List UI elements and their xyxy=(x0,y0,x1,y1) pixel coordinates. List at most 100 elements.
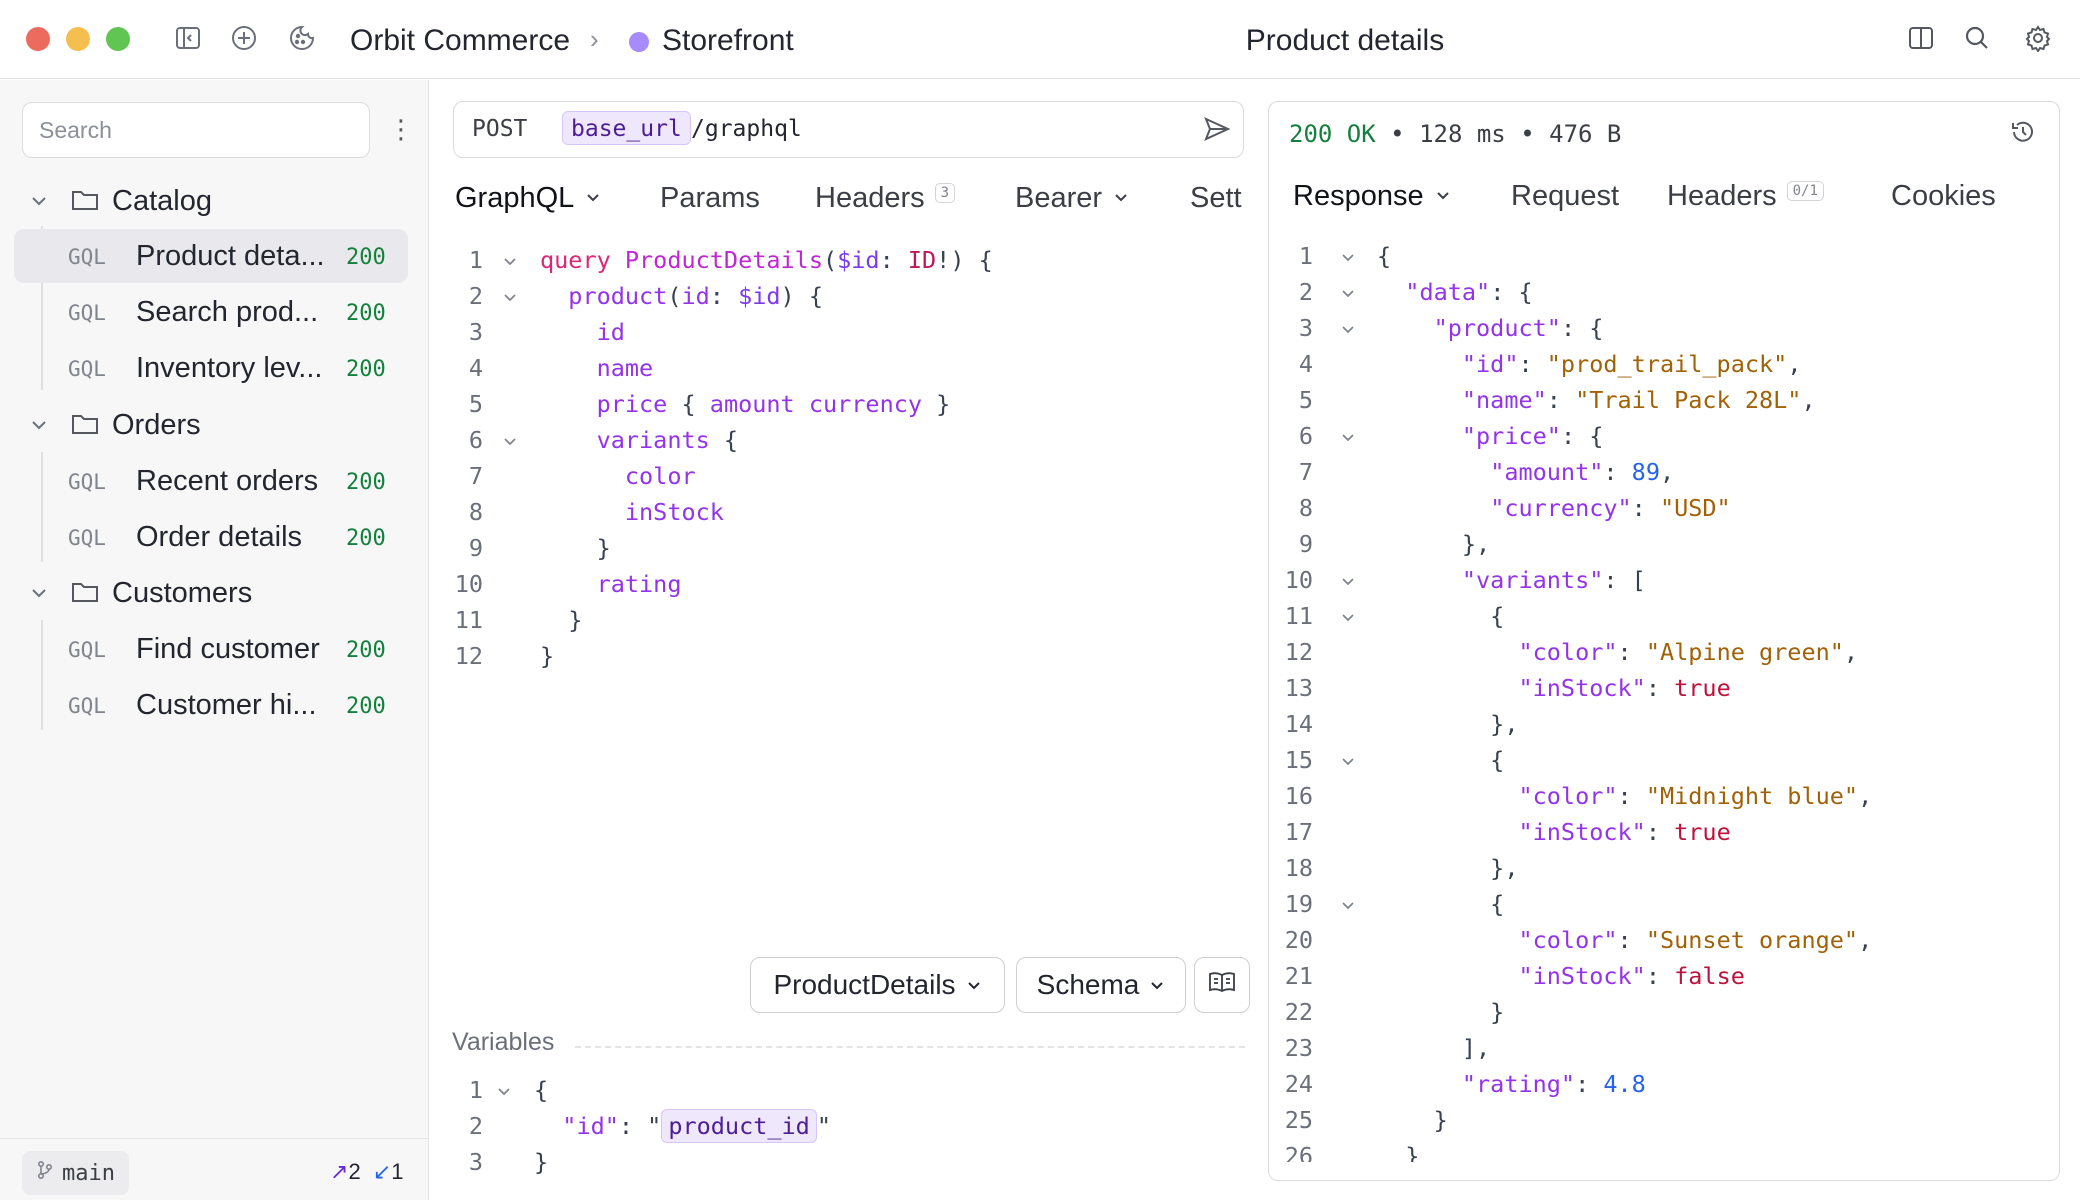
chevron-down-icon xyxy=(1434,180,1452,213)
fold-chevron-icon[interactable] xyxy=(1339,604,1357,640)
history-icon[interactable] xyxy=(2009,118,2037,151)
tab-label: Cookies xyxy=(1891,180,1996,212)
tab-headers[interactable]: Headers 3 xyxy=(815,182,956,215)
fold-chevron-icon[interactable] xyxy=(1339,424,1357,460)
tab-request[interactable]: Request xyxy=(1511,180,1619,213)
url-bar[interactable]: POST base_url /graphql xyxy=(453,101,1244,158)
window-minimize-button[interactable] xyxy=(66,27,90,51)
branch-name: main xyxy=(62,1160,115,1186)
status-badge: 200 xyxy=(346,638,386,663)
fold-chevron-icon[interactable] xyxy=(1339,316,1357,352)
schema-select[interactable]: Schema xyxy=(1016,957,1186,1013)
code-line: } xyxy=(540,642,555,670)
request-item[interactable]: GQL Recent orders 200 xyxy=(14,454,408,508)
http-method[interactable]: POST xyxy=(472,116,527,142)
fold-chevron-icon[interactable] xyxy=(1339,748,1357,784)
request-item[interactable]: GQL Inventory lev... 200 xyxy=(14,341,408,395)
line-number: 7 xyxy=(468,462,483,490)
fold-chevron-icon[interactable] xyxy=(1339,892,1357,928)
query-editor[interactable]: 1 query ProductDetails($id: ID!) {2 produ… xyxy=(455,246,1245,686)
tab-graphql[interactable]: GraphQL xyxy=(455,182,602,215)
code-line: "inStock": true xyxy=(1518,818,1731,846)
code-line: id xyxy=(596,318,625,346)
fold-chevron-icon[interactable] xyxy=(501,248,519,284)
add-circle-icon[interactable] xyxy=(228,22,260,54)
request-item[interactable]: GQL Customer hi... 200 xyxy=(14,678,408,732)
gear-icon[interactable] xyxy=(2022,22,2054,54)
line-number: 11 xyxy=(1284,602,1313,630)
code-line: "name": "Trail Pack 28L", xyxy=(1461,386,1816,414)
line-number: 19 xyxy=(1284,890,1313,918)
fold-chevron-icon[interactable] xyxy=(495,1078,513,1114)
code-line: }, xyxy=(1377,710,1519,738)
sidebar-toggle-icon[interactable] xyxy=(172,22,204,54)
ahead-count: 2 xyxy=(348,1159,361,1184)
line-number: 3 xyxy=(468,318,483,346)
line-number: 1 xyxy=(1298,242,1313,270)
behind-count: 1 xyxy=(391,1159,404,1184)
status-badge: 200 xyxy=(346,357,386,382)
response-body[interactable]: 1 {2 "data": {3 "product": {4 "id": "prod… xyxy=(1269,242,2059,1162)
response-time: 128 ms xyxy=(1419,120,1506,148)
tab-response[interactable]: Response xyxy=(1293,180,1452,213)
folder-label: Orders xyxy=(112,409,201,441)
code-line: color xyxy=(624,462,696,490)
operation-select-label: ProductDetails xyxy=(773,969,956,1000)
cookie-icon[interactable] xyxy=(286,22,318,54)
code-line: "price": { xyxy=(1461,422,1604,450)
send-icon[interactable] xyxy=(1202,114,1232,149)
line-number: 10 xyxy=(1284,566,1313,594)
status-badge: 200 xyxy=(346,526,386,551)
search-input[interactable]: Search xyxy=(22,102,370,158)
request-item[interactable]: GQL Search prod... 200 xyxy=(14,285,408,339)
folder-label: Catalog xyxy=(112,185,212,217)
folder-label: Customers xyxy=(112,577,253,609)
tab-params[interactable]: Params xyxy=(660,182,760,215)
more-options-icon[interactable]: ⋮ xyxy=(388,112,414,148)
request-item[interactable]: GQL Find customer 200 xyxy=(14,622,408,676)
line-number: 1 xyxy=(468,246,483,274)
branch-button[interactable]: main xyxy=(22,1151,129,1195)
workspace-breadcrumb[interactable]: Orbit Commerce xyxy=(350,24,570,58)
line-number: 3 xyxy=(468,1148,483,1176)
fold-chevron-icon[interactable] xyxy=(501,428,519,464)
code-line: name xyxy=(596,354,654,382)
url-variable-chip[interactable]: base_url xyxy=(562,111,691,145)
docs-button[interactable] xyxy=(1194,957,1250,1013)
request-name: Customer hi... xyxy=(136,689,317,721)
search-icon[interactable] xyxy=(1961,22,1993,54)
tab-settings[interactable]: Sett xyxy=(1190,182,1242,215)
fold-chevron-icon[interactable] xyxy=(1339,280,1357,316)
tab-response-headers[interactable]: Headers 0/1 xyxy=(1667,180,1824,213)
operation-select[interactable]: ProductDetails xyxy=(750,957,1005,1013)
code-line: } xyxy=(540,534,611,562)
line-number: 2 xyxy=(468,1112,483,1140)
sync-status[interactable]: ↗2 ↙1 xyxy=(330,1159,404,1185)
folder-customers[interactable]: Customers xyxy=(0,568,429,618)
split-view-icon[interactable] xyxy=(1905,22,1937,54)
response-panel: 200 OK • 128 ms • 476 B Response Request… xyxy=(1268,101,2060,1181)
variables-editor[interactable]: 1 {2 "id": " product_id " 3} xyxy=(455,1076,1245,1188)
fold-chevron-icon[interactable] xyxy=(1339,568,1357,604)
window-zoom-button[interactable] xyxy=(106,27,130,51)
tab-cookies[interactable]: Cookies xyxy=(1891,180,1996,213)
code-line: "id": " product_id " xyxy=(534,1109,831,1148)
environment-breadcrumb[interactable]: Storefront xyxy=(662,24,794,58)
line-number: 2 xyxy=(468,282,483,310)
fold-chevron-icon[interactable] xyxy=(501,284,519,320)
collections-sidebar: Search ⋮ Catalog GQL Product deta... 200… xyxy=(0,80,429,1200)
tab-label: Params xyxy=(660,182,760,214)
request-item[interactable]: GQL Order details 200 xyxy=(14,510,408,564)
code-line: price { amount currency } xyxy=(596,390,951,418)
tab-label: Request xyxy=(1511,180,1620,212)
request-item[interactable]: GQL Product deta... 200 xyxy=(14,229,408,283)
fold-chevron-icon[interactable] xyxy=(1339,244,1357,280)
folder-orders[interactable]: Orders xyxy=(0,400,429,450)
line-number: 18 xyxy=(1284,854,1313,882)
window-close-button[interactable] xyxy=(26,27,50,51)
line-number: 11 xyxy=(454,606,483,634)
folder-catalog[interactable]: Catalog xyxy=(0,176,429,226)
url-path[interactable]: /graphql xyxy=(691,116,802,142)
tab-auth[interactable]: Bearer xyxy=(1015,182,1130,215)
environment-color-dot xyxy=(629,32,649,52)
